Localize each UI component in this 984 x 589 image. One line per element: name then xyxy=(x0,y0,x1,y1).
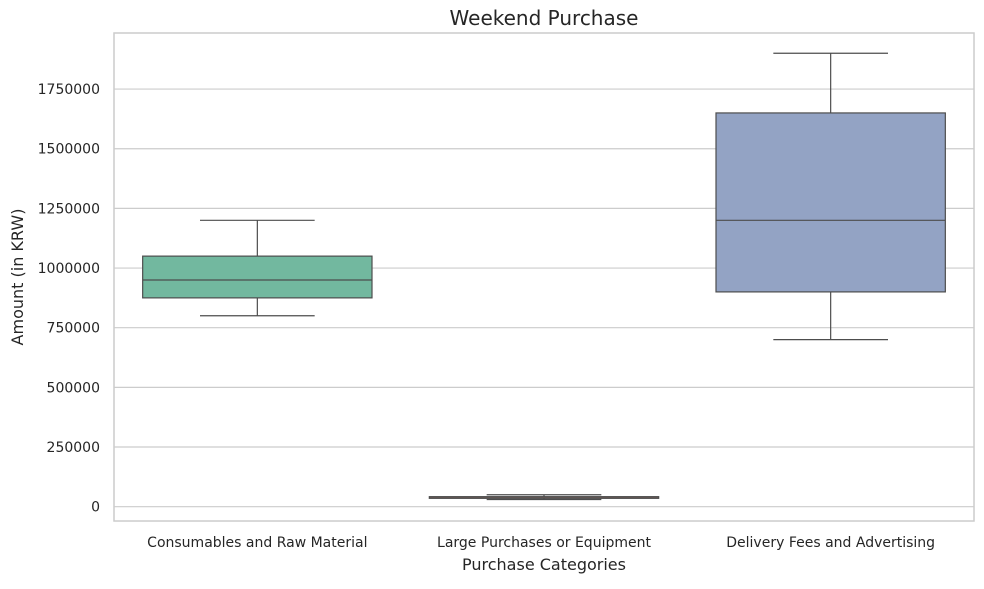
box-iqr xyxy=(715,112,946,293)
boxes xyxy=(142,52,946,501)
x-tick-label: Delivery Fees and Advertising xyxy=(726,535,935,551)
chart-title: Weekend Purchase xyxy=(450,6,639,30)
y-tick-label: 750000 xyxy=(47,321,100,337)
y-tick-label: 1000000 xyxy=(38,261,100,277)
x-axis-label: Purchase Categories xyxy=(462,555,626,574)
y-tick-label: 1750000 xyxy=(38,82,100,98)
y-tick-label: 250000 xyxy=(47,440,100,456)
y-axis-ticks: 0 250000 500000 750000 1000000 1250000 1500000… xyxy=(38,82,100,516)
box-3 xyxy=(715,52,946,341)
box-plot-chart: Weekend Purchase 0 250000 500000 750000 1000… xyxy=(8,6,975,574)
x-tick-label: Consumables and Raw Material xyxy=(147,535,367,551)
y-tick-label: 0 xyxy=(91,500,100,516)
box-1 xyxy=(142,219,373,317)
y-axis-label: Amount (in KRW) xyxy=(8,209,27,346)
x-tick-label: Large Purchases or Equipment xyxy=(437,535,651,551)
y-tick-label: 1250000 xyxy=(38,201,100,217)
x-axis-ticks: Consumables and Raw Material Large Purcha… xyxy=(147,535,935,551)
y-tick-label: 500000 xyxy=(47,380,100,396)
box-2 xyxy=(428,494,660,501)
y-tick-label: 1500000 xyxy=(38,142,100,158)
box-iqr xyxy=(142,255,373,299)
